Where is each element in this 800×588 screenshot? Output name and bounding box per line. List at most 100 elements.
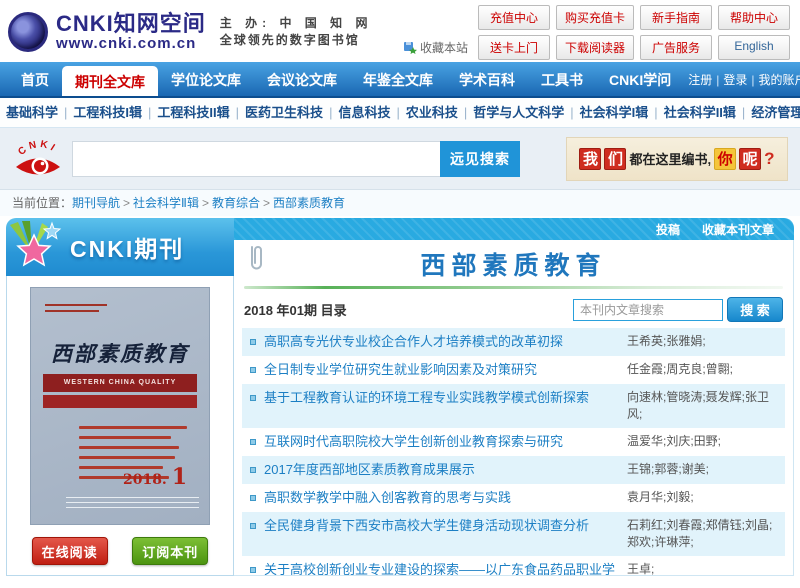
journal-search-input[interactable] (573, 299, 723, 321)
nav-tab[interactable]: 年鉴全文库 (350, 62, 446, 96)
journal-band: 投稿 收藏本刊文章 (234, 218, 794, 240)
globe-icon (8, 12, 48, 52)
cover-issue-number: 2018. 1 (123, 464, 187, 490)
article-authors[interactable]: 王卓; (627, 561, 779, 576)
article-row: 高职数学教学中融入创客教育的思考与实践袁月华;刘毅; (242, 484, 785, 512)
category-nav: 基础科学|工程科技I辑|工程科技II辑|医药卫生科技|信息科技|农业科技|哲学与… (0, 98, 800, 128)
journal-cover-box: 西部素质教育 WESTERN CHINA QUALITY EDUCATION 2… (6, 276, 234, 576)
ad-banner[interactable]: 我 们 都在这里编书, 你 呢 ? (566, 137, 788, 181)
cover-bottom-lines (66, 497, 199, 512)
ad-question-mark: ? (764, 149, 774, 169)
cover-title: 西部素质教育 (31, 338, 209, 368)
article-authors[interactable]: 温爱华;刘庆;田野; (627, 433, 779, 450)
nav-tab[interactable]: 首页 (8, 62, 62, 96)
nav-tab[interactable]: 学位论文库 (158, 62, 254, 96)
category-link[interactable]: 经济管理 (745, 105, 800, 120)
article-row: 2017年度西部地区素质教育成果展示王锦;郭蓉;谢美; (242, 456, 785, 484)
starburst-icon (8, 219, 68, 273)
bullet-icon (250, 495, 256, 501)
article-title-link[interactable]: 关于高校创新创业专业建设的探索——以广东食品药品职业学院创新创业学院为例 (264, 561, 627, 576)
header-button[interactable]: English (718, 35, 790, 60)
journal-left-column: CNKI期刊 西部素质教育 WESTERN CHINA QUALITY EDUC… (6, 218, 234, 576)
journal-brand-label: CNKI期刊 (70, 230, 184, 264)
journal-page-title: 西部素质教育 (420, 246, 606, 282)
site-slogan: 主 办: 中 国 知 网 全球领先的数字图书馆 (220, 15, 373, 49)
header-button[interactable]: 送卡上门 (478, 35, 550, 60)
search-button[interactable]: 远见搜索 (440, 141, 520, 177)
article-title-link[interactable]: 互联网时代高职院校大学生创新创业教育探索与研究 (264, 433, 627, 451)
category-link[interactable]: 社会科学I辑 (574, 105, 655, 120)
bullet-icon (250, 467, 256, 473)
category-link[interactable]: 农业科技 (400, 105, 464, 120)
article-row: 高职高专光伏专业校企合作人才培养模式的改革初探王希英;张雅娟; (242, 328, 785, 356)
band-link[interactable]: 收藏本刊文章 (702, 221, 774, 238)
article-title-link[interactable]: 全日制专业学位研究生就业影响因素及对策研究 (264, 361, 627, 379)
article-authors[interactable]: 王锦;郭蓉;谢美; (627, 461, 779, 478)
cover-issn-lines (45, 304, 107, 316)
article-authors[interactable]: 石莉红;刘春霞;郑倩钰;刘晶;郑欢;许琳萍; (627, 517, 779, 551)
nav-tab[interactable]: 学术百科 (446, 62, 528, 96)
issue-label: 2018 年01期 目录 (244, 300, 347, 319)
article-title-link[interactable]: 2017年度西部地区素质教育成果展示 (264, 461, 627, 479)
header-button[interactable]: 充值中心 (478, 5, 550, 30)
user-link[interactable]: 登录 (719, 73, 751, 87)
article-title-link[interactable]: 高职数学教学中融入创客教育的思考与实践 (264, 489, 627, 507)
breadcrumb-links: 期刊导航>社会科学Ⅱ辑>教育综合>西部素质教育 (72, 196, 345, 210)
breadcrumb-link[interactable]: 教育综合 (212, 196, 260, 210)
band-link[interactable]: 投稿 (656, 221, 680, 238)
separator: > (199, 196, 212, 210)
site-logo[interactable]: CNKI知网空间 www.cnki.com.cn 主 办: 中 国 知 网 全球… (8, 12, 372, 52)
article-row: 全日制专业学位研究生就业影响因素及对策研究任金霞;周克良;曾翾; (242, 356, 785, 384)
slogan-line2: 全球领先的数字图书馆 (220, 32, 373, 49)
breadcrumb-link[interactable]: 西部素质教育 (273, 196, 345, 210)
header-button[interactable]: 新手指南 (640, 5, 712, 30)
category-link[interactable]: 社会科学II辑 (658, 105, 742, 120)
separator: > (120, 196, 133, 210)
journal-search-button[interactable]: 搜 索 (727, 297, 783, 322)
header-button[interactable]: 广告服务 (640, 35, 712, 60)
category-link[interactable]: 工程科技II辑 (151, 105, 235, 120)
main-nav-tabs: 首页期刊全文库学位论文库会议论文库年鉴全文库学术百科工具书CNKI学问 (8, 62, 684, 96)
article-title-link[interactable]: 基于工程教育认证的环境工程专业实践教学模式创新探索 (264, 389, 627, 407)
header-button[interactable]: 帮助中心 (718, 5, 790, 30)
favorite-site-link[interactable]: 收藏本站 (403, 39, 468, 56)
breadcrumb-link[interactable]: 期刊导航 (72, 196, 120, 210)
article-row: 基于工程教育认证的环境工程专业实践教学模式创新探索向速林;管晓涛;聂发辉;张卫风… (242, 384, 785, 428)
user-links: 注册|登录|我的账户 (684, 71, 800, 88)
issue-row: 2018 年01期 目录 搜 索 (242, 295, 785, 328)
article-authors[interactable]: 袁月华;刘毅; (627, 489, 779, 506)
article-authors[interactable]: 向速林;管晓涛;聂发辉;张卫风; (627, 389, 779, 423)
bullet-icon (250, 439, 256, 445)
cnki-eye-logo: CNKI (12, 136, 64, 182)
category-link[interactable]: 基础科学 (0, 105, 64, 120)
article-authors[interactable]: 王希英;张雅娟; (627, 333, 779, 350)
logo-text: CNKI知网空间 www.cnki.com.cn (56, 13, 206, 52)
search-input[interactable] (72, 141, 440, 177)
cover-subtitle: WESTERN CHINA QUALITY EDUCATION (43, 374, 197, 392)
category-link[interactable]: 哲学与人文科学 (467, 105, 570, 120)
article-title-link[interactable]: 高职高专光伏专业校企合作人才培养模式的改革初探 (264, 333, 627, 351)
category-link[interactable]: 医药卫生科技 (239, 105, 329, 120)
nav-tab[interactable]: 会议论文库 (254, 62, 350, 96)
category-link[interactable]: 工程科技I辑 (67, 105, 148, 120)
header-button[interactable]: 购买充值卡 (556, 5, 634, 30)
favorite-label: 收藏本站 (420, 39, 468, 56)
subscribe-button[interactable]: 订阅本刊 (132, 537, 208, 565)
header-actions: 收藏本站 充值中心购买充值卡新手指南帮助中心送卡上门下载阅读器广告服务Engli… (403, 5, 790, 60)
article-authors[interactable]: 任金霞;周克良;曾翾; (627, 361, 779, 378)
nav-tab[interactable]: 工具书 (528, 62, 596, 96)
bullet-icon (250, 567, 256, 573)
category-link[interactable]: 信息科技 (332, 105, 396, 120)
user-link[interactable]: 我的账户 (755, 73, 800, 87)
user-link[interactable]: 注册 (684, 73, 716, 87)
read-online-button[interactable]: 在线阅读 (32, 537, 108, 565)
article-row: 关于高校创新创业专业建设的探索——以广东食品药品职业学院创新创业学院为例王卓; (242, 556, 785, 576)
favorite-icon (403, 40, 417, 54)
header-button[interactable]: 下载阅读器 (556, 35, 634, 60)
article-title-link[interactable]: 全民健身背景下西安市高校大学生健身活动现状调查分析 (264, 517, 627, 535)
nav-tab[interactable]: 期刊全文库 (62, 66, 158, 96)
journal-title-head: 西部素质教育 (242, 244, 785, 282)
breadcrumb-link[interactable]: 社会科学Ⅱ辑 (133, 196, 199, 210)
nav-tab[interactable]: CNKI学问 (596, 62, 684, 96)
journal-cover-image[interactable]: 西部素质教育 WESTERN CHINA QUALITY EDUCATION 2… (30, 287, 210, 525)
